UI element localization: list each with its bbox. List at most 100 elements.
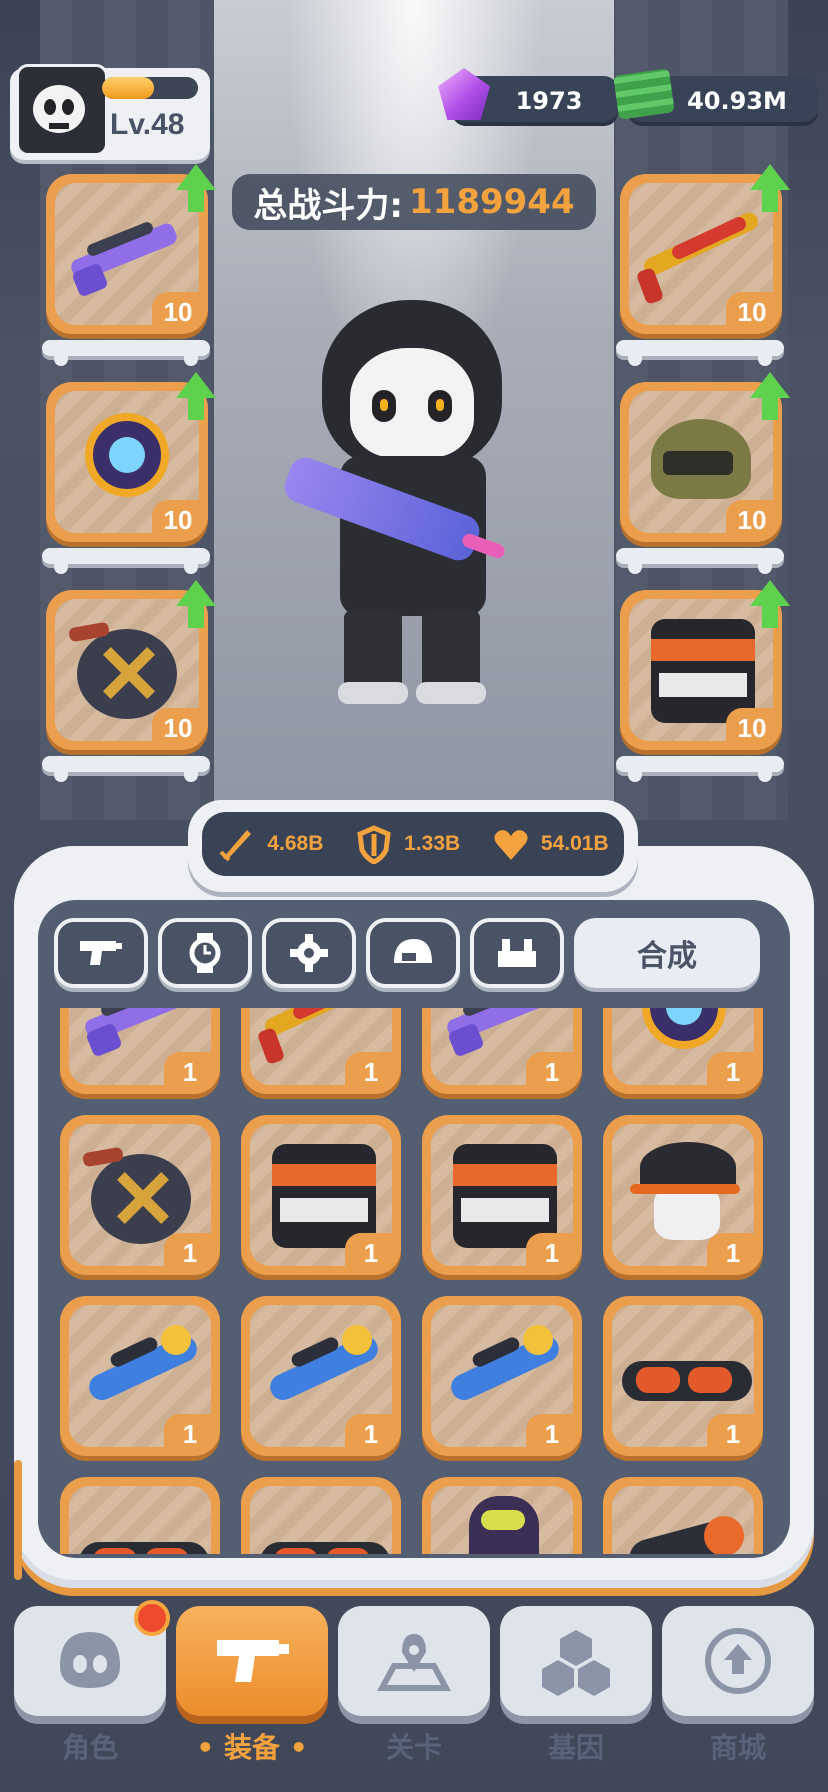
bottom-nav bbox=[14, 1600, 814, 1726]
item-count: 1 bbox=[164, 1052, 216, 1092]
skull-icon bbox=[60, 1632, 120, 1688]
equip-slot-weapon[interactable]: 10 bbox=[46, 174, 208, 334]
health-value: 54.01B bbox=[540, 832, 609, 855]
nav-genes[interactable] bbox=[500, 1606, 652, 1716]
inventory-item[interactable]: 1 bbox=[60, 1008, 220, 1094]
upgrade-arrow-icon bbox=[176, 372, 216, 422]
scope-icon bbox=[612, 1486, 754, 1554]
nav-label-genes: 基因 bbox=[547, 1731, 604, 1764]
upgrade-arrow-icon bbox=[176, 580, 216, 630]
notification-badge bbox=[134, 1600, 170, 1636]
inventory-item[interactable]: 1 bbox=[60, 1115, 220, 1275]
nav-shop[interactable] bbox=[662, 1606, 814, 1716]
inventory-scrollbar[interactable] bbox=[14, 1460, 22, 1580]
shelf bbox=[616, 340, 784, 366]
item-count: 10 bbox=[726, 500, 778, 540]
equip-slot-armor[interactable]: 10 bbox=[620, 590, 782, 750]
equip-slot-secondary[interactable]: 10 bbox=[620, 174, 782, 334]
inventory-item[interactable]: 1 bbox=[603, 1115, 763, 1275]
item-count: 10 bbox=[152, 292, 204, 332]
power-label: 总战斗力: bbox=[253, 185, 403, 226]
cash-counter[interactable]: 40.93M bbox=[613, 68, 818, 126]
player-level: Lv.48 bbox=[110, 108, 185, 141]
health-stat: 54.01B bbox=[491, 824, 609, 864]
nav-character[interactable] bbox=[14, 1600, 170, 1716]
bottom-nav-labels: 角色 • 装备 • 关卡 基因 商城 bbox=[14, 1726, 814, 1766]
upgrade-arrow-icon bbox=[750, 372, 790, 422]
shelf bbox=[42, 548, 210, 574]
canister-icon bbox=[431, 1486, 573, 1554]
upgrade-arrow-icon bbox=[750, 580, 790, 630]
shop-icon bbox=[705, 1628, 771, 1694]
shelf bbox=[616, 548, 784, 574]
character-model[interactable] bbox=[280, 300, 532, 740]
item-count: 10 bbox=[726, 292, 778, 332]
item-count: 1 bbox=[526, 1233, 578, 1273]
tab-watches[interactable] bbox=[158, 918, 252, 988]
character-legs bbox=[338, 610, 486, 710]
xp-fill bbox=[102, 77, 154, 99]
helmet-icon bbox=[394, 939, 432, 963]
equip-slot-watch[interactable]: 10 bbox=[46, 382, 208, 542]
item-count: 1 bbox=[345, 1233, 397, 1273]
inventory-item[interactable]: 1 bbox=[241, 1477, 401, 1554]
merge-button[interactable]: 合成 bbox=[574, 918, 760, 988]
item-count: 1 bbox=[345, 1052, 397, 1092]
inventory-item[interactable]: 1 bbox=[603, 1008, 763, 1094]
tab-weapons[interactable] bbox=[54, 918, 148, 988]
tab-helmets[interactable] bbox=[366, 918, 460, 988]
map-icon bbox=[376, 1634, 452, 1691]
attack-value: 4.68B bbox=[267, 832, 324, 855]
item-count: 1 bbox=[345, 1414, 397, 1454]
upgrade-arrow-icon bbox=[750, 164, 790, 214]
total-power: 总战斗力: 1189944 bbox=[232, 174, 596, 230]
nav-label-character: 角色 bbox=[61, 1731, 118, 1764]
xp-bar bbox=[102, 77, 198, 99]
nav-levels[interactable] bbox=[338, 1606, 490, 1716]
tab-armor[interactable] bbox=[470, 918, 564, 988]
equip-slot-accessory[interactable]: 10 bbox=[46, 590, 208, 750]
inventory-item[interactable]: 1 bbox=[422, 1008, 582, 1094]
stats-bar: 4.68B 1.33B 54.01B bbox=[188, 800, 638, 892]
item-count: 1 bbox=[526, 1052, 578, 1092]
inventory-item[interactable]: 1 bbox=[60, 1296, 220, 1456]
tab-accessories[interactable] bbox=[262, 918, 356, 988]
heart-icon bbox=[494, 830, 528, 860]
inventory-item[interactable]: 1 bbox=[422, 1477, 582, 1554]
item-count: 1 bbox=[707, 1233, 759, 1273]
inventory-item[interactable]: 1 bbox=[422, 1296, 582, 1456]
gun-icon bbox=[80, 941, 122, 965]
upgrade-arrow-icon bbox=[176, 164, 216, 214]
player-profile[interactable]: Lv.48 bbox=[10, 64, 210, 160]
cubes-icon bbox=[542, 1630, 610, 1696]
inventory-item[interactable]: 1 bbox=[422, 1115, 582, 1275]
inventory-item[interactable]: 1 bbox=[603, 1296, 763, 1456]
category-tabs: 合成 bbox=[54, 918, 778, 990]
nav-equipment[interactable] bbox=[176, 1606, 328, 1716]
nav-label-levels: 关卡 bbox=[385, 1731, 442, 1764]
shield-icon bbox=[357, 825, 391, 864]
cash-icon bbox=[613, 68, 675, 120]
nav-label-equipment: • 装备 • bbox=[196, 1731, 308, 1764]
inventory-item[interactable]: 1 bbox=[241, 1008, 401, 1094]
inventory-item[interactable]: 1 bbox=[241, 1115, 401, 1275]
attack-icon bbox=[219, 830, 252, 862]
item-count: 1 bbox=[164, 1414, 216, 1454]
item-count: 1 bbox=[164, 1233, 216, 1273]
armor-icon bbox=[498, 939, 536, 967]
inventory-item[interactable]: 1 bbox=[603, 1477, 763, 1554]
inventory-item[interactable]: 1 bbox=[60, 1477, 220, 1554]
gem-counter[interactable]: 1973 bbox=[438, 68, 618, 126]
item-count: 10 bbox=[152, 708, 204, 748]
gun-icon bbox=[217, 1640, 289, 1682]
inventory-grid[interactable]: 1111111111111111 bbox=[46, 1008, 786, 1554]
equip-slot-helmet[interactable]: 10 bbox=[620, 382, 782, 542]
item-count: 1 bbox=[707, 1052, 759, 1092]
inventory-item[interactable]: 1 bbox=[241, 1296, 401, 1456]
watch-icon bbox=[189, 933, 221, 973]
item-count: 1 bbox=[707, 1414, 759, 1454]
goggles-icon bbox=[250, 1486, 392, 1554]
avatar bbox=[16, 64, 108, 156]
shelf bbox=[42, 340, 210, 366]
shelf bbox=[42, 756, 210, 782]
